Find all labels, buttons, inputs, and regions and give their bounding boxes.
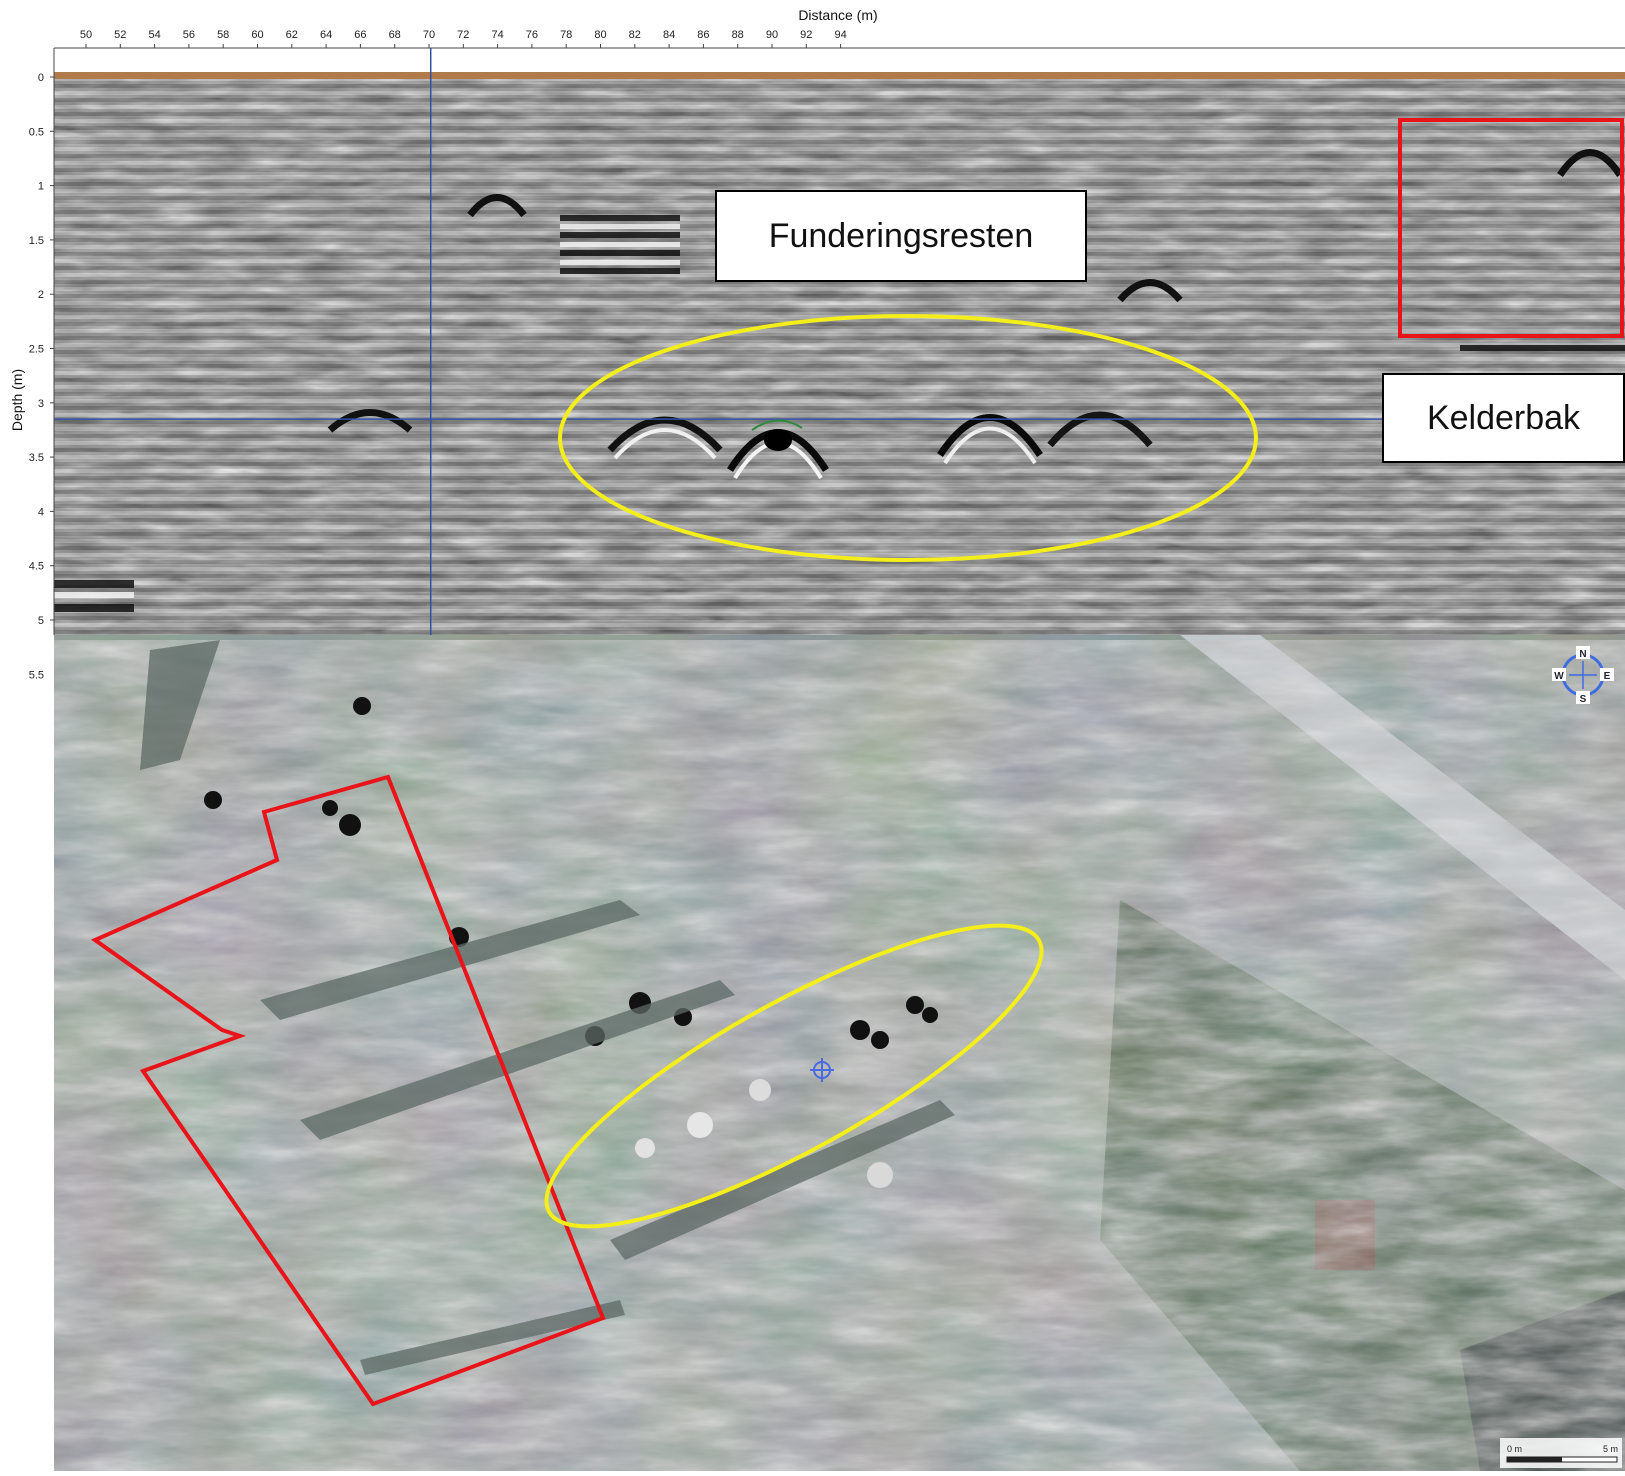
y-tick-label: 4.5 (29, 561, 44, 573)
y-tick-label: 3.5 (29, 452, 44, 464)
gpr-map (54, 635, 1625, 1471)
scale-bar-right-label: 5 m (1603, 1444, 1618, 1454)
x-tick-label: 54 (148, 29, 160, 41)
x-tick-label: 56 (183, 29, 195, 41)
y-tick-label: 5.5 (29, 669, 44, 681)
figure: 50 52 54 56 58 60 62 64 66 68 70 72 74 76 78 80 82 84 86 88… (0, 0, 1625, 1471)
radargram (54, 72, 1625, 635)
x-tick-label: 64 (320, 29, 332, 41)
x-tick-label: 94 (834, 29, 846, 41)
compass-e: E (1604, 671, 1611, 682)
compass-n: N (1579, 649, 1586, 660)
y-axis-label: Depth (m) (9, 369, 25, 431)
x-tick-label: 68 (389, 29, 401, 41)
x-tick-label: 70 (423, 29, 435, 41)
y-tick-label: 0 (38, 72, 44, 84)
x-tick-label: 66 (354, 29, 366, 41)
x-tick-label: 80 (594, 29, 606, 41)
x-tick-label: 92 (800, 29, 812, 41)
compass-w: W (1554, 671, 1564, 682)
x-tick-label: 52 (114, 29, 126, 41)
y-tick-label: 1 (38, 181, 44, 193)
x-tick-label: 50 (80, 29, 92, 41)
y-tick-label: 4 (38, 506, 44, 518)
compass-s: S (1580, 694, 1587, 705)
x-tick-label: 90 (766, 29, 778, 41)
scale-bar-left-label: 0 m (1507, 1444, 1522, 1454)
x-tick-label: 84 (663, 29, 675, 41)
x-tick-label: 60 (251, 29, 263, 41)
y-tick-label: 1.5 (29, 235, 44, 247)
x-tick-label: 88 (732, 29, 744, 41)
x-axis-label: Distance (m) (798, 7, 877, 23)
y-tick-label: 5 (38, 615, 44, 627)
x-tick-label: 76 (526, 29, 538, 41)
y-tick-label: 3 (38, 398, 44, 410)
scale-bar: 0 m 5 m (1500, 1438, 1622, 1468)
y-tick-label: 2.5 (29, 344, 44, 356)
x-axis-ticks: 50 52 54 56 58 60 62 64 66 68 70 72 74 76 78 80 82 84 86 88… (80, 29, 847, 48)
x-tick-label: 72 (457, 29, 469, 41)
callout-funderingsresten: Funderingsresten (715, 190, 1087, 282)
x-tick-label: 78 (560, 29, 572, 41)
x-tick-label: 74 (491, 29, 503, 41)
x-tick-label: 58 (217, 29, 229, 41)
y-tick-label: 0.5 (29, 126, 44, 138)
x-tick-label: 62 (286, 29, 298, 41)
x-tick-label: 82 (629, 29, 641, 41)
callout-kelderbak: Kelderbak (1382, 373, 1625, 463)
y-axis-ticks: 0 0.5 1 1.5 2 2.5 3 3.5 4 4.5 5 (29, 72, 54, 627)
y-tick-label: 2 (38, 289, 44, 301)
x-tick-label: 86 (697, 29, 709, 41)
surface-line (54, 72, 1625, 79)
